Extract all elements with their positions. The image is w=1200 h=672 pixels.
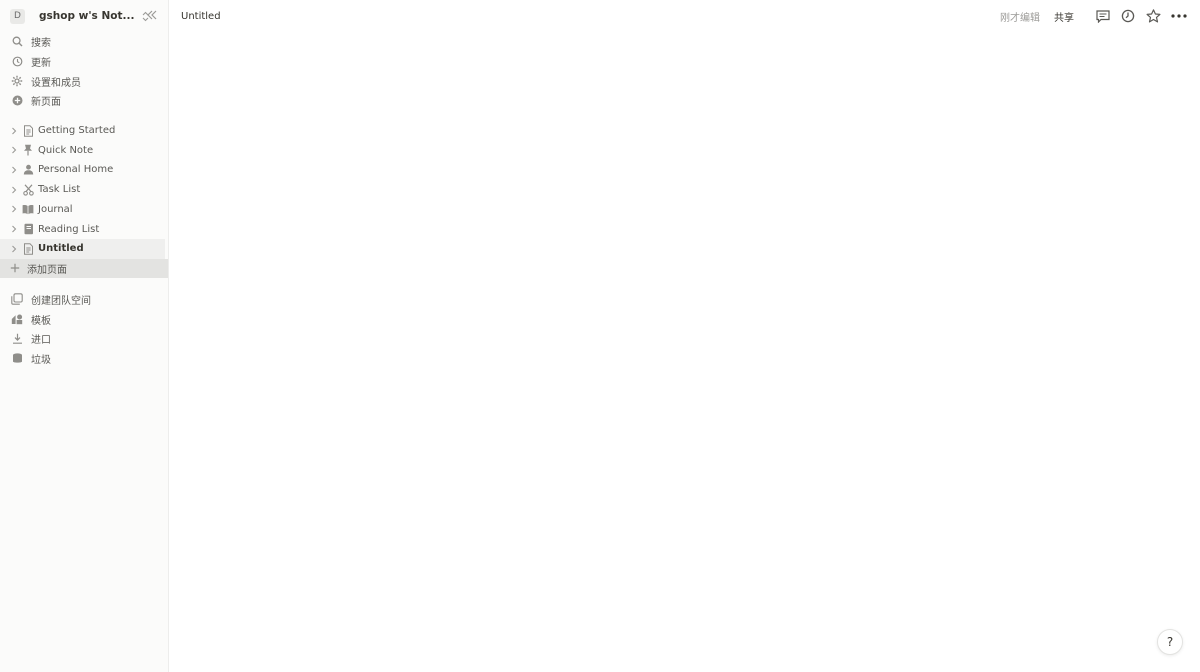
chevron-right-icon[interactable]: [9, 186, 19, 194]
collapse-sidebar-icon[interactable]: [146, 9, 158, 21]
sidebar-item-import[interactable]: 进口: [0, 329, 168, 349]
sidebar-item-updates[interactable]: 更新: [0, 52, 168, 72]
sidebar-page-getting-started[interactable]: Getting Started: [0, 121, 168, 141]
sidebar-item-label: 进口: [31, 335, 51, 347]
sidebar-page-personal-home[interactable]: Personal Home: [0, 160, 168, 180]
sidebar-item-label: 模板: [31, 315, 51, 327]
workspace-avatar: D: [10, 8, 25, 24]
chevron-right-icon[interactable]: [9, 166, 19, 174]
notebook-icon: [22, 223, 34, 235]
document-icon: [22, 124, 34, 137]
pin-icon: [22, 144, 34, 156]
plus-icon: [10, 263, 20, 273]
sidebar-item-label: 搜索: [31, 38, 51, 50]
sidebar-page-quick-note[interactable]: Quick Note: [0, 140, 168, 160]
more-options-icon[interactable]: [1170, 8, 1188, 24]
comment-icon[interactable]: [1095, 8, 1111, 24]
sidebar-item-templates[interactable]: 模板: [0, 309, 168, 329]
share-button[interactable]: 共享: [1054, 9, 1074, 24]
add-page-label: 添加页面: [27, 264, 67, 276]
sidebar-item-label: 设置和成员: [31, 77, 81, 89]
sidebar-page-label: Personal Home: [38, 164, 114, 176]
book-icon: [22, 203, 34, 215]
sidebar-item-search[interactable]: 搜索: [0, 32, 168, 52]
chevron-right-icon[interactable]: [9, 205, 19, 213]
download-icon: [11, 333, 23, 345]
app-window: D gshop w's Not... 搜索 更新 设置和成员 新页面 Getti…: [0, 0, 1200, 672]
workspace-switcher[interactable]: D gshop w's Not...: [0, 0, 168, 32]
top-bar: Untitled 刚才编辑 共享: [169, 0, 1200, 32]
sidebar-item-new-page[interactable]: 新页面: [0, 91, 168, 111]
history-clock-icon[interactable]: [1120, 8, 1136, 24]
sidebar-page-label: Reading List: [38, 223, 100, 235]
sidebar-item-create-teamspace[interactable]: 创建团队空间: [0, 290, 168, 310]
add-page-button[interactable]: 添加页面: [0, 258, 168, 278]
help-button[interactable]: ?: [1157, 629, 1183, 655]
sidebar-item-label: 更新: [31, 58, 51, 70]
sidebar-item-label: 新页面: [31, 97, 61, 109]
workspace-name: gshop w's Not...: [39, 10, 135, 22]
sidebar-item-label: 垃圾: [31, 354, 51, 366]
shapes-icon: [11, 313, 23, 325]
team-space-icon: [11, 293, 23, 306]
clock-icon: [11, 56, 23, 68]
sidebar-page-label: Journal: [38, 203, 73, 215]
search-icon: [11, 36, 23, 48]
sidebar-page-journal[interactable]: Journal: [0, 200, 168, 220]
person-icon: [22, 164, 34, 176]
chevron-right-icon[interactable]: [9, 245, 19, 253]
chevron-right-icon[interactable]: [9, 146, 19, 154]
star-icon[interactable]: [1145, 8, 1161, 24]
chevron-right-icon[interactable]: [9, 225, 19, 233]
sidebar-item-trash[interactable]: 垃圾: [0, 349, 168, 369]
last-edited-status: 刚才编辑: [1000, 12, 1040, 24]
top-bar-actions: 刚才编辑 共享: [1000, 8, 1188, 24]
scissors-icon: [22, 184, 34, 196]
sidebar-page-label: Untitled: [38, 243, 84, 255]
plus-circle-icon: [11, 95, 23, 107]
sidebar-page-label: Task List: [38, 184, 81, 196]
sidebar-page-task-list[interactable]: Task List: [0, 180, 168, 200]
sidebar: D gshop w's Not... 搜索 更新 设置和成员 新页面 Getti…: [0, 0, 169, 672]
chevron-right-icon[interactable]: [9, 127, 19, 135]
sidebar-page-label: Getting Started: [38, 125, 116, 137]
sidebar-item-settings[interactable]: 设置和成员: [0, 71, 168, 91]
breadcrumb-page-title[interactable]: Untitled: [181, 11, 221, 22]
sidebar-item-label: 创建团队空间: [31, 295, 91, 307]
document-icon: [22, 243, 34, 255]
sidebar-page-reading-list[interactable]: Reading List: [0, 219, 168, 239]
trash-icon: [11, 352, 23, 364]
gear-icon: [11, 75, 23, 87]
main-content: Untitled 刚才编辑 共享 ?: [169, 0, 1200, 672]
sidebar-page-untitled[interactable]: Untitled: [0, 238, 165, 259]
sidebar-page-label: Quick Note: [38, 144, 94, 156]
